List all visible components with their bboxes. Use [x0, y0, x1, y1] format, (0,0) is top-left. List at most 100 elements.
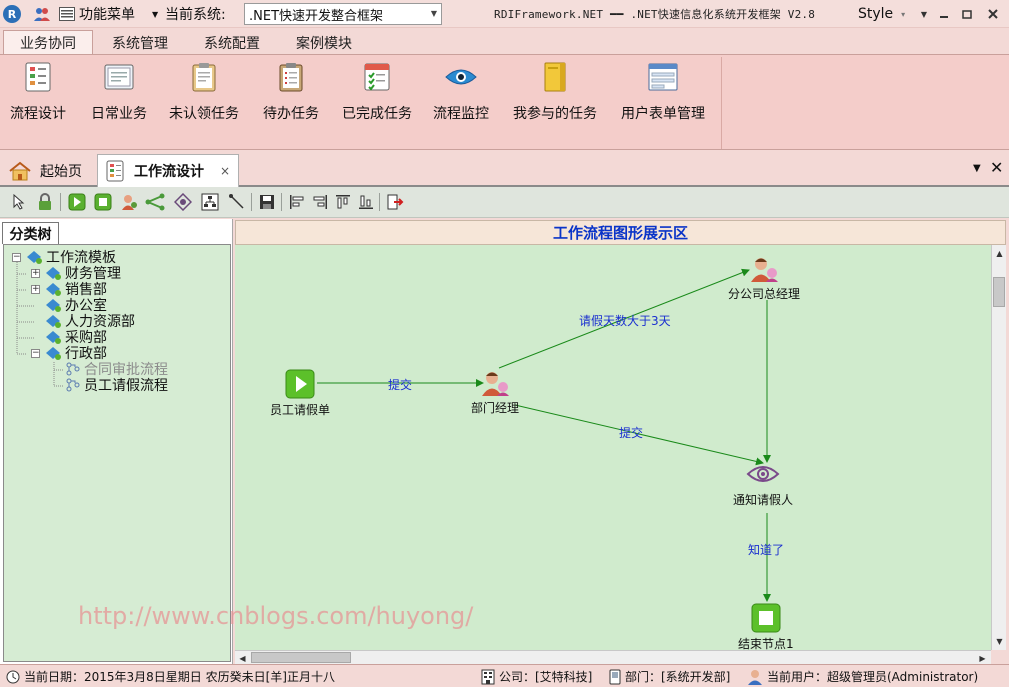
flow-design-icon [106, 160, 124, 182]
node-label: 部门经理 [471, 401, 520, 415]
tab-label: 系统配置 [204, 35, 260, 52]
pointer-icon[interactable] [9, 192, 29, 212]
close-window-icon[interactable] [986, 7, 1000, 21]
close-tab-icon[interactable]: × [220, 164, 230, 178]
workflow-node-icon [46, 267, 61, 280]
clock-icon [6, 670, 20, 683]
node-end[interactable]: 结束节点1 [738, 603, 794, 650]
align-top-icon[interactable] [333, 192, 353, 212]
scroll-up-icon[interactable]: ▲ [992, 246, 1007, 260]
user-icon [748, 669, 762, 685]
expand-icon[interactable]: + [31, 268, 40, 278]
tab-workflow-design[interactable]: 工作流设计 × [97, 154, 239, 187]
tab-label: 起始页 [40, 163, 82, 180]
collapse-icon[interactable]: − [31, 348, 40, 358]
toolbar-separator [251, 193, 252, 211]
scroll-right-icon[interactable]: ▶ [975, 651, 990, 665]
lock-icon[interactable] [35, 192, 55, 212]
watermark-text: http://www.cnblogs.com/huyong/ [78, 602, 474, 630]
button-label: 日常业务 [91, 106, 147, 122]
edge-label: 请假天数大于3天 [579, 314, 671, 328]
tab-start-page[interactable]: 起始页 [4, 154, 92, 187]
unclaimed-task-button[interactable]: 未认领任务 [169, 61, 239, 123]
expand-icon[interactable]: + [31, 284, 40, 294]
current-system-select[interactable]: .NET快速开发整合框架 ▼ [244, 3, 442, 25]
tab-list-dropdown-icon[interactable]: ▼ [973, 163, 981, 174]
node-dept-manager[interactable]: 部门经理 [471, 369, 519, 416]
node-start[interactable]: 员工请假单 [270, 369, 330, 418]
current-system-value: .NET快速开发整合框架 [249, 8, 384, 24]
connector-line-icon[interactable] [227, 192, 247, 212]
tab-label: 业务协同 [20, 36, 76, 52]
tree-node-employee-leave[interactable]: 员工请假流程 [65, 377, 168, 394]
scroll-thumb[interactable] [993, 277, 1005, 307]
scroll-left-icon[interactable]: ◀ [235, 651, 250, 665]
user-form-management-button[interactable]: 用户表单管理 [621, 61, 705, 123]
restore-icon[interactable] [960, 7, 974, 21]
align-left-icon[interactable] [287, 192, 307, 212]
workflow-node-icon [46, 283, 61, 296]
align-right-icon[interactable] [310, 192, 330, 212]
title-bar: R 功能菜单 ▼ 当前系统: .NET快速开发整合框架 ▼ RDIFramewo… [0, 0, 1009, 28]
notify-node-icon[interactable] [173, 192, 193, 212]
tab-category-tree[interactable]: 分类树 [2, 222, 59, 244]
document-tab-bar: 起始页 工作流设计 × ▼ ✕ [0, 150, 1009, 187]
flow-design-icon [22, 61, 54, 93]
button-label: 流程监控 [433, 106, 489, 122]
tab-system-management[interactable]: 系统管理 [95, 30, 185, 55]
align-bottom-icon[interactable] [356, 192, 376, 212]
category-tree: − 工作流模板 + 财务管理 + 销售部 办公室 人力资源部 采购部 − 行政部… [3, 244, 231, 662]
style-button[interactable]: Style ▾ [858, 0, 905, 28]
user-task-icon[interactable] [119, 192, 139, 212]
subflow-icon[interactable] [200, 192, 220, 212]
completed-task-button[interactable]: 已完成任务 [342, 61, 412, 123]
todo-task-button[interactable]: 待办任务 [263, 61, 319, 123]
end-node-icon [751, 603, 781, 633]
node-notify-applicant[interactable]: 通知请假人 [733, 463, 793, 508]
tab-business-collaboration[interactable]: 业务协同 [3, 30, 93, 55]
ribbon-group: 流程设计 日常业务 未认领任务 待办任务 已完成任务 流程监控 我参与的任务 用… [2, 57, 722, 149]
start-node-icon[interactable] [67, 192, 87, 212]
workflow-canvas[interactable]: 提交 请假天数大于3天 提交 知道了 员工请假单 部门经理 分公司总经理 通知请… [235, 245, 991, 650]
tree-node-label: 员工请假流程 [84, 378, 168, 394]
exit-icon[interactable] [385, 192, 405, 212]
daily-business-button[interactable]: 日常业务 [91, 61, 147, 123]
style-swatch-icon: ▾ [901, 9, 906, 19]
node-label: 员工请假单 [270, 403, 331, 417]
collapse-icon[interactable]: − [12, 252, 21, 262]
status-department: 部门：[系统开发部] [609, 665, 730, 687]
flow-design-button[interactable]: 流程设计 [10, 61, 66, 123]
status-date: 当前日期：2015年3月8日星期日 农历癸未日[羊]正月十八 [6, 665, 335, 687]
tab-case-modules[interactable]: 案例模块 [279, 30, 369, 55]
folder-icon [539, 61, 571, 93]
end-node-icon[interactable] [93, 192, 113, 212]
scroll-down-icon[interactable]: ▼ [992, 634, 1007, 648]
users-icon[interactable] [33, 0, 51, 28]
function-menu[interactable]: 功能菜单 [59, 0, 135, 28]
scroll-thumb[interactable] [251, 652, 351, 663]
tab-system-config[interactable]: 系统配置 [187, 30, 277, 55]
style-label: Style [858, 6, 894, 22]
menu-dropdown-arrow-icon[interactable]: ▼ [152, 0, 158, 28]
branch-icon[interactable] [145, 192, 165, 212]
status-user: 当前用户：超级管理员(Administrator) [747, 665, 978, 687]
status-company: 公司：[艾特科技] [481, 665, 592, 687]
flow-monitor-button[interactable]: 流程监控 [433, 61, 489, 123]
clipboard-icon [188, 61, 220, 93]
my-participated-task-button[interactable]: 我参与的任务 [513, 61, 597, 123]
close-document-icon[interactable]: ✕ [990, 158, 1003, 177]
minimize-icon[interactable] [937, 7, 951, 21]
button-label: 我参与的任务 [513, 106, 597, 122]
vertical-scrollbar[interactable]: ▲ ▼ [991, 245, 1006, 650]
start-node-icon [285, 369, 315, 399]
node-label: 通知请假人 [733, 493, 794, 507]
button-label: 用户表单管理 [621, 106, 705, 122]
toolbar-separator [60, 193, 61, 211]
edge-label: 知道了 [748, 543, 785, 557]
function-menu-label: 功能菜单 [79, 7, 135, 23]
quick-access-dropdown-icon[interactable]: ▼ [917, 7, 931, 21]
save-icon[interactable] [257, 192, 277, 212]
horizontal-scrollbar[interactable]: ◀ ▶ [235, 650, 991, 664]
node-branch-manager[interactable]: 分公司总经理 [728, 255, 800, 302]
workflow-node-icon [46, 347, 61, 360]
